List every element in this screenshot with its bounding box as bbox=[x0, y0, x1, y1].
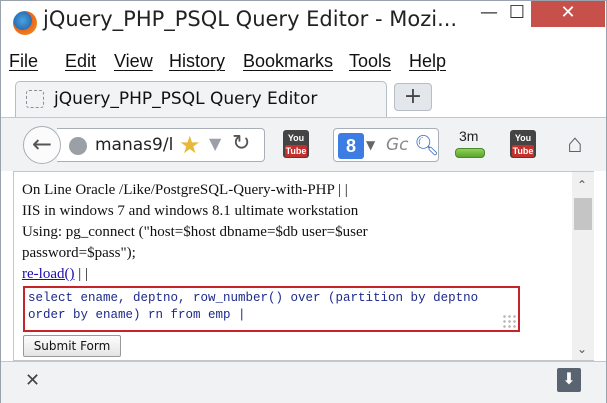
menu-edit[interactable]: Edit bbox=[65, 51, 96, 72]
arrow-left-icon: ← bbox=[31, 130, 53, 158]
search-icon[interactable]: 🔍︎ bbox=[414, 133, 439, 157]
reload-link[interactable]: re-load() bbox=[22, 266, 74, 282]
back-button[interactable]: ← bbox=[23, 126, 61, 164]
youtube-download-icon[interactable]: You Tube bbox=[281, 128, 311, 162]
firefox-icon bbox=[13, 11, 37, 35]
search-input[interactable]: Gc bbox=[386, 135, 409, 155]
page-icon bbox=[26, 90, 44, 108]
menu-help[interactable]: Help bbox=[409, 51, 446, 72]
star-icon[interactable]: ★ bbox=[179, 131, 201, 159]
speed-label: 3m bbox=[459, 128, 479, 144]
intro-line-3: Using: pg_connect ("host=$host dbname=$d… bbox=[22, 224, 368, 240]
add-on-bar: ✕ ⬇ bbox=[1, 361, 606, 403]
query-text: select ename, deptno, row_number() over … bbox=[28, 291, 479, 322]
page-viewport: On Line Oracle /Like/PostgreSQL-Query-wi… bbox=[13, 171, 594, 361]
browser-window: jQuery_PHP_PSQL Query Editor - Mozi... —… bbox=[0, 0, 607, 403]
chevron-up-icon[interactable]: ⌃ bbox=[577, 178, 587, 192]
submit-form-button[interactable]: Submit Form bbox=[23, 335, 121, 357]
menu-tools[interactable]: Tools bbox=[349, 51, 391, 72]
download-icon[interactable]: ⬇ bbox=[557, 368, 581, 392]
window-title: jQuery_PHP_PSQL Query Editor - Mozi... bbox=[43, 7, 458, 31]
intro-line-4: password=$pass"); bbox=[22, 245, 136, 261]
tab-strip: jQuery_PHP_PSQL Query Editor + bbox=[1, 77, 606, 117]
menu-view[interactable]: View bbox=[114, 51, 153, 72]
speed-bar bbox=[455, 148, 485, 158]
scroll-thumb[interactable] bbox=[574, 198, 592, 230]
menu-history[interactable]: History bbox=[169, 51, 225, 72]
reload-suffix: | | bbox=[78, 266, 88, 282]
query-textarea[interactable]: select ename, deptno, row_number() over … bbox=[23, 286, 520, 332]
title-bar: jQuery_PHP_PSQL Query Editor - Mozi... —… bbox=[1, 1, 606, 43]
reload-icon[interactable]: ↻ bbox=[232, 131, 250, 156]
tab-query-editor[interactable]: jQuery_PHP_PSQL Query Editor bbox=[15, 81, 387, 117]
speed-widget[interactable]: 3m bbox=[451, 128, 489, 162]
globe-icon bbox=[69, 137, 87, 155]
intro-line-1: On Line Oracle /Like/PostgreSQL-Query-wi… bbox=[22, 182, 348, 198]
search-box[interactable]: 8 ▼ Gc 🔍︎ bbox=[333, 128, 439, 162]
page-content: On Line Oracle /Like/PostgreSQL-Query-wi… bbox=[22, 180, 568, 285]
close-icon[interactable]: ✕ bbox=[25, 370, 40, 391]
google-icon[interactable]: 8 bbox=[338, 133, 364, 159]
intro-line-2: IIS in windows 7 and windows 8.1 ultimat… bbox=[22, 203, 359, 219]
vertical-scrollbar[interactable]: ⌃ ⌄ bbox=[572, 172, 594, 360]
navigation-toolbar: manas9/l ★ ▼ ↻ ← You Tube 8 ▼ Gc 🔍︎ 3m Yo… bbox=[1, 117, 606, 171]
chevron-down-icon[interactable]: ▼ bbox=[209, 134, 221, 153]
home-icon[interactable]: ⌂ bbox=[559, 128, 591, 162]
maximize-button[interactable]: ☐ bbox=[503, 1, 531, 27]
resize-handle[interactable] bbox=[502, 314, 516, 328]
url-bar[interactable]: manas9/l ★ ▼ ↻ bbox=[57, 128, 265, 162]
minimize-button[interactable]: — bbox=[475, 1, 503, 27]
menu-bookmarks[interactable]: Bookmarks bbox=[243, 51, 333, 72]
chevron-down-icon[interactable]: ▼ bbox=[366, 138, 375, 152]
close-window-button[interactable]: ✕ bbox=[531, 1, 605, 27]
youtube-icon[interactable]: You Tube bbox=[508, 128, 538, 162]
reload-row: re-load() | | bbox=[22, 264, 568, 285]
tab-label: jQuery_PHP_PSQL Query Editor bbox=[54, 89, 318, 109]
new-tab-button[interactable]: + bbox=[394, 83, 432, 111]
chevron-down-icon[interactable]: ⌄ bbox=[577, 342, 587, 356]
url-text: manas9/l bbox=[95, 135, 174, 155]
menu-file[interactable]: File bbox=[9, 51, 38, 72]
